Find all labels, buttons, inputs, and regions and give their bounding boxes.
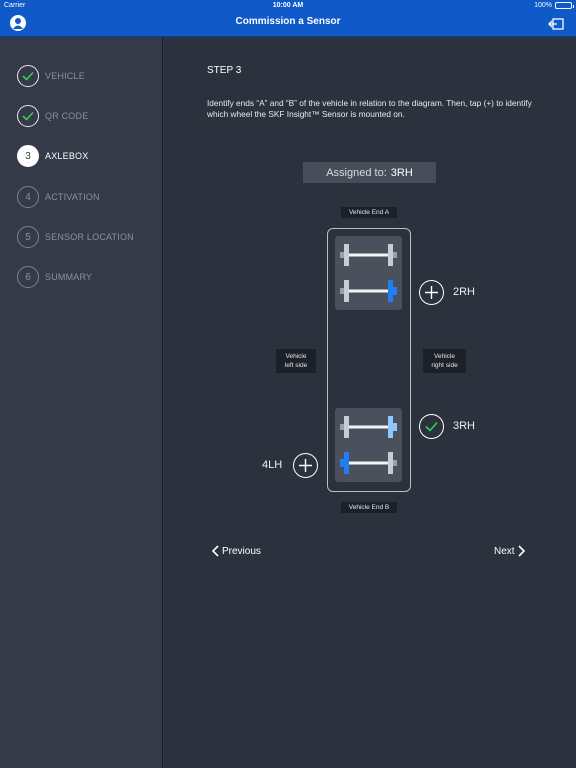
battery-icon — [555, 2, 574, 9]
step-number: 5 — [17, 226, 39, 248]
previous-label: Previous — [222, 545, 261, 557]
step-number: 4 — [17, 186, 39, 208]
sidebar-step-label: SENSOR LOCATION — [45, 232, 134, 242]
sidebar-step-vehicle[interactable]: VEHICLE — [17, 65, 85, 87]
wheel-2rh-label: 2RH — [453, 286, 476, 298]
vehicle-left-side-label: Vehicle left side — [276, 349, 316, 373]
step-number: 6 — [17, 266, 39, 288]
step-title: STEP 3 — [207, 65, 242, 76]
wheel-3rh-label: 3RH — [453, 420, 476, 432]
axle-4-icon — [340, 452, 397, 474]
sidebar-step-summary[interactable]: 6 SUMMARY — [17, 266, 92, 288]
assigned-value: 3RH — [390, 166, 413, 179]
sidebar-step-label: AXLEBOX — [45, 151, 89, 161]
wheel-4lh-label: 4LH — [262, 459, 283, 471]
right-side-line2: right side — [431, 362, 458, 369]
bogie-end-b — [335, 408, 402, 482]
plus-icon — [299, 459, 312, 472]
instructions-text: Identify ends “A” and “B” of the vehicle… — [207, 98, 532, 119]
status-bar: Carrier 10:00 AM 100% — [0, 2, 576, 12]
assigned-badge: Assigned to: 3RH — [303, 162, 436, 183]
step-number: 3 — [17, 145, 39, 167]
add-wheel-2rh-button[interactable] — [419, 280, 444, 305]
battery-percent: 100% — [534, 2, 552, 9]
left-side-line2: left side — [284, 362, 308, 369]
next-label: Next — [494, 545, 515, 557]
sidebar-step-sensor-location[interactable]: 5 SENSOR LOCATION — [17, 226, 134, 248]
status-time: 10:00 AM — [272, 2, 304, 9]
axle-1-icon — [340, 244, 397, 266]
vehicle-diagram — [327, 228, 411, 492]
next-button[interactable]: Next — [494, 545, 525, 557]
nav-title: Commission a Sensor — [235, 16, 341, 27]
sidebar-step-qr-code[interactable]: QR CODE — [17, 105, 88, 127]
sidebar-step-activation[interactable]: 4 ACTIVATION — [17, 186, 100, 208]
sidebar-step-label: VEHICLE — [45, 71, 85, 81]
bogie-end-a — [335, 236, 402, 310]
chevron-left-icon — [212, 545, 219, 557]
exit-icon[interactable] — [548, 17, 564, 30]
check-icon — [17, 65, 39, 87]
sidebar-step-label: ACTIVATION — [45, 192, 100, 202]
axle-3-icon — [340, 416, 397, 438]
vehicle-end-b-label: Vehicle End B — [341, 502, 397, 513]
add-wheel-4lh-button[interactable] — [293, 453, 318, 478]
right-side-line1: Vehicle — [434, 353, 455, 360]
left-side-line1: Vehicle — [285, 353, 307, 360]
check-icon — [425, 421, 438, 432]
main-content: STEP 3 Identify ends “A” and “B” of the … — [164, 37, 576, 768]
check-icon — [17, 105, 39, 127]
vehicle-end-a-label: Vehicle End A — [341, 207, 397, 218]
assigned-wheel-3rh-button[interactable] — [419, 414, 444, 439]
sidebar-step-label: SUMMARY — [45, 272, 93, 282]
axle-2-icon — [340, 280, 397, 302]
steps-sidebar: VEHICLE QR CODE 3 AXLEBOX 4 ACTIVATION 5… — [0, 37, 163, 768]
vehicle-right-side-label: Vehicle right side — [423, 349, 466, 373]
sidebar-step-label: QR CODE — [45, 111, 89, 121]
battery-status: 100% — [534, 2, 574, 9]
top-bar: Carrier 10:00 AM 100% Commission a Senso… — [0, 0, 576, 37]
assigned-label: Assigned to: — [326, 166, 387, 179]
previous-button[interactable]: Previous — [212, 545, 261, 557]
chevron-right-icon — [517, 545, 525, 557]
plus-icon — [425, 286, 438, 299]
sidebar-step-axlebox[interactable]: 3 AXLEBOX — [17, 145, 88, 167]
